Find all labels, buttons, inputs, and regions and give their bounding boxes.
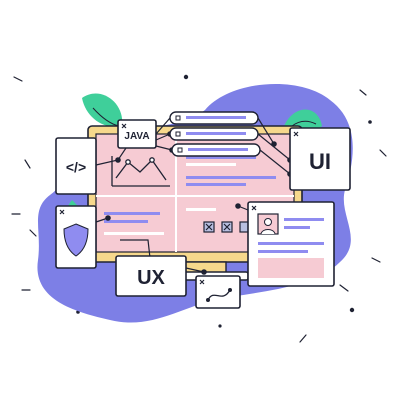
profile-card [247,201,335,287]
ux-label: UX [137,267,165,289]
java-label: JAVA [124,131,149,142]
ui-label: UI [309,149,331,174]
input-pill-1 [169,111,259,125]
code-window: </> [55,137,97,195]
illustration: </> JAVA UI UX [11,74,387,343]
input-pill-3 [171,143,261,157]
shield-window [55,205,97,269]
java-tag: JAVA [117,119,157,149]
ux-window: UX [115,255,187,297]
checkbox-row [203,221,251,233]
input-pill-2 [169,127,259,141]
ui-window: UI [289,127,351,191]
curve-card [195,275,241,309]
code-icon: </> [66,159,86,175]
